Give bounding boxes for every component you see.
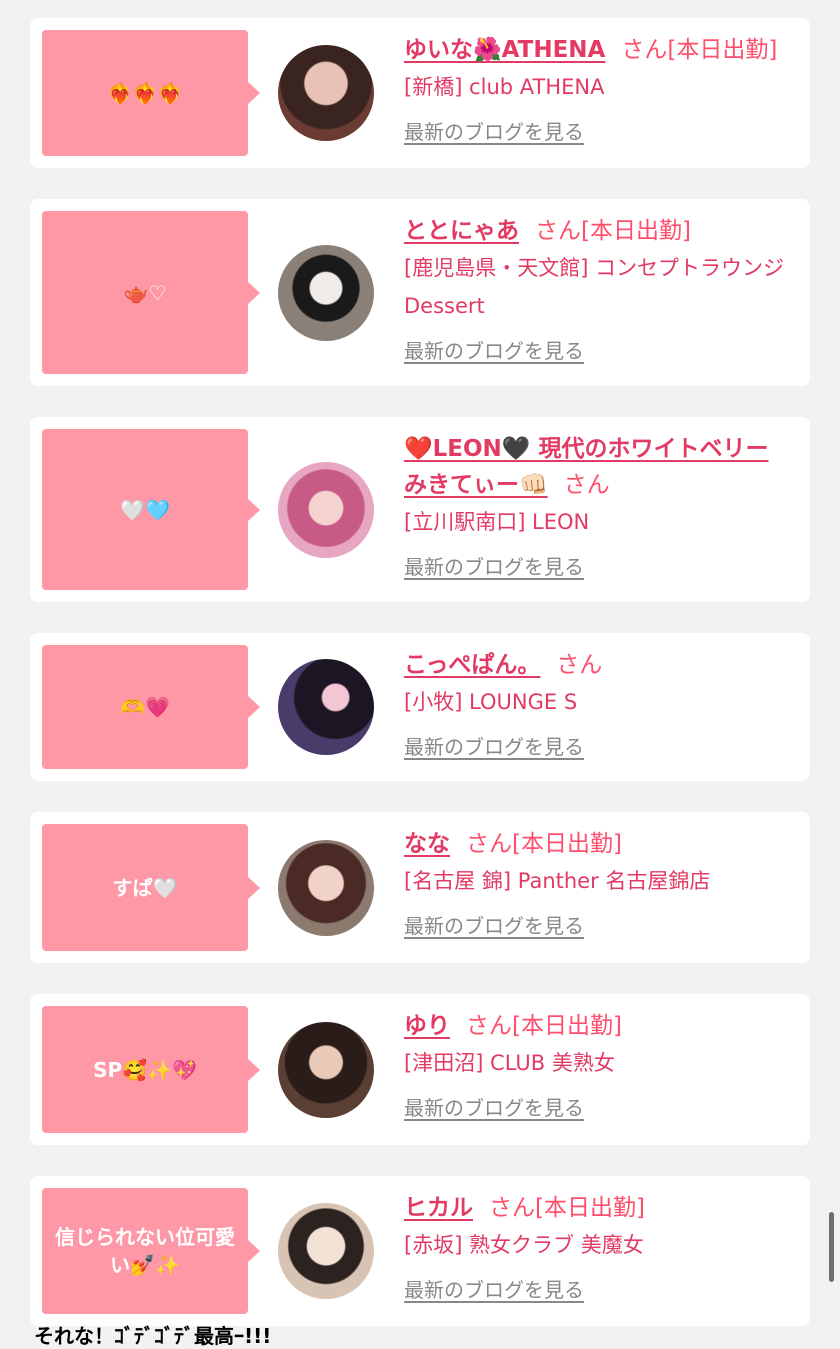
avatar[interactable] — [278, 840, 374, 936]
comment-bubble: 🫖♡ — [42, 211, 260, 374]
shop-name: [名古屋 錦] Panther 名古屋錦店 — [404, 869, 711, 893]
cast-name-link[interactable]: なな — [404, 831, 450, 857]
honorific-status: さん[本日出勤] — [489, 1195, 645, 1221]
comment-bubble: 信じられない位可愛い💅✨ — [42, 1188, 260, 1314]
comment-bubble: SP🥰✨💖 — [42, 1006, 260, 1133]
cast-card: 🤍🩵 ❤️LEON🖤 現代のホワイトベリー みきてぃー👊🏻 さん [立川駅南口] … — [30, 417, 810, 602]
blog-link[interactable]: 最新のブログを見る — [404, 551, 584, 580]
shop-name: [小牧] LOUNGE S — [404, 690, 578, 714]
cast-name-link[interactable]: ゆいな🌺ATHENA — [404, 37, 605, 63]
avatar[interactable] — [278, 245, 374, 341]
avatar[interactable] — [278, 659, 374, 755]
avatar[interactable] — [278, 462, 374, 558]
cast-card: 🫶💗 こっぺぱん。 さん [小牧] LOUNGE S 最新のブログを見る — [30, 633, 810, 781]
caption-text: それな！ｺﾞﾃﾞｺﾞﾃﾞ最高ｰ!!! — [34, 1324, 272, 1348]
cast-name-link[interactable]: ゆり — [404, 1013, 450, 1039]
cast-card: すぱ🤍 なな さん[本日出勤] [名古屋 錦] Panther 名古屋錦店 最新の… — [30, 812, 810, 963]
shop-name: [新橋] club ATHENA — [404, 75, 605, 99]
honorific-status: さん[本日出勤] — [621, 37, 778, 63]
comment-bubble: 🫶💗 — [42, 645, 260, 769]
blog-link[interactable]: 最新のブログを見る — [404, 1092, 584, 1121]
cast-name-link[interactable]: こっぺぱん。 — [404, 652, 540, 678]
cast-card: 🫖♡ ととにゃあ さん[本日出勤] [鹿児島県・天文館] コンセプトラウンジ De… — [30, 199, 810, 386]
cast-card: ❤️‍🔥❤️‍🔥❤️‍🔥 ゆいな🌺ATHENA さん[本日出勤] [新橋] clu… — [30, 18, 810, 168]
comment-text: ❤️‍🔥❤️‍🔥❤️‍🔥 — [107, 81, 183, 105]
comment-text: すぱ🤍 — [112, 875, 178, 900]
honorific-status: さん[本日出勤] — [466, 1013, 622, 1039]
avatar[interactable] — [278, 1203, 374, 1299]
blog-link[interactable]: 最新のブログを見る — [404, 731, 584, 760]
comment-text: SP🥰✨💖 — [93, 1057, 197, 1082]
cast-card: SP🥰✨💖 ゆり さん[本日出勤] [津田沼] CLUB 美熟女 最新のブログを見… — [30, 994, 810, 1145]
honorific-status: さん[本日出勤] — [535, 218, 691, 244]
blog-link[interactable]: 最新のブログを見る — [404, 910, 584, 939]
cast-name-link[interactable]: ととにゃあ — [404, 218, 519, 244]
blog-link[interactable]: 最新のブログを見る — [404, 116, 584, 145]
honorific-status: さん — [556, 652, 603, 678]
honorific-status: さん — [563, 472, 610, 498]
shop-name: [赤坂] 熟女クラブ 美魔女 — [404, 1233, 644, 1257]
comment-text: 🫶💗 — [120, 695, 170, 719]
avatar[interactable] — [278, 45, 374, 141]
comment-text: 信じられない位可愛い💅✨ — [55, 1225, 235, 1277]
comment-text: 🫖♡ — [123, 280, 167, 305]
comment-bubble: 🤍🩵 — [42, 429, 260, 590]
comment-bubble: すぱ🤍 — [42, 824, 260, 951]
honorific-status: さん[本日出勤] — [466, 831, 622, 857]
shop-name: [津田沼] CLUB 美熟女 — [404, 1051, 615, 1075]
blog-link[interactable]: 最新のブログを見る — [404, 1274, 584, 1303]
cast-name-link[interactable]: ヒカル — [404, 1195, 473, 1221]
blog-link[interactable]: 最新のブログを見る — [404, 335, 584, 364]
avatar[interactable] — [278, 1022, 374, 1118]
comment-bubble: ❤️‍🔥❤️‍🔥❤️‍🔥 — [42, 30, 260, 156]
shop-name: [鹿児島県・天文館] コンセプトラウンジ Dessert — [404, 256, 785, 318]
shop-name: [立川駅南口] LEON — [404, 510, 590, 534]
scrollbar[interactable] — [829, 1212, 834, 1282]
cast-card: 信じられない位可愛い💅✨ ヒカル さん[本日出勤] [赤坂] 熟女クラブ 美魔女 … — [30, 1176, 810, 1326]
comment-text: 🤍🩵 — [120, 497, 170, 522]
